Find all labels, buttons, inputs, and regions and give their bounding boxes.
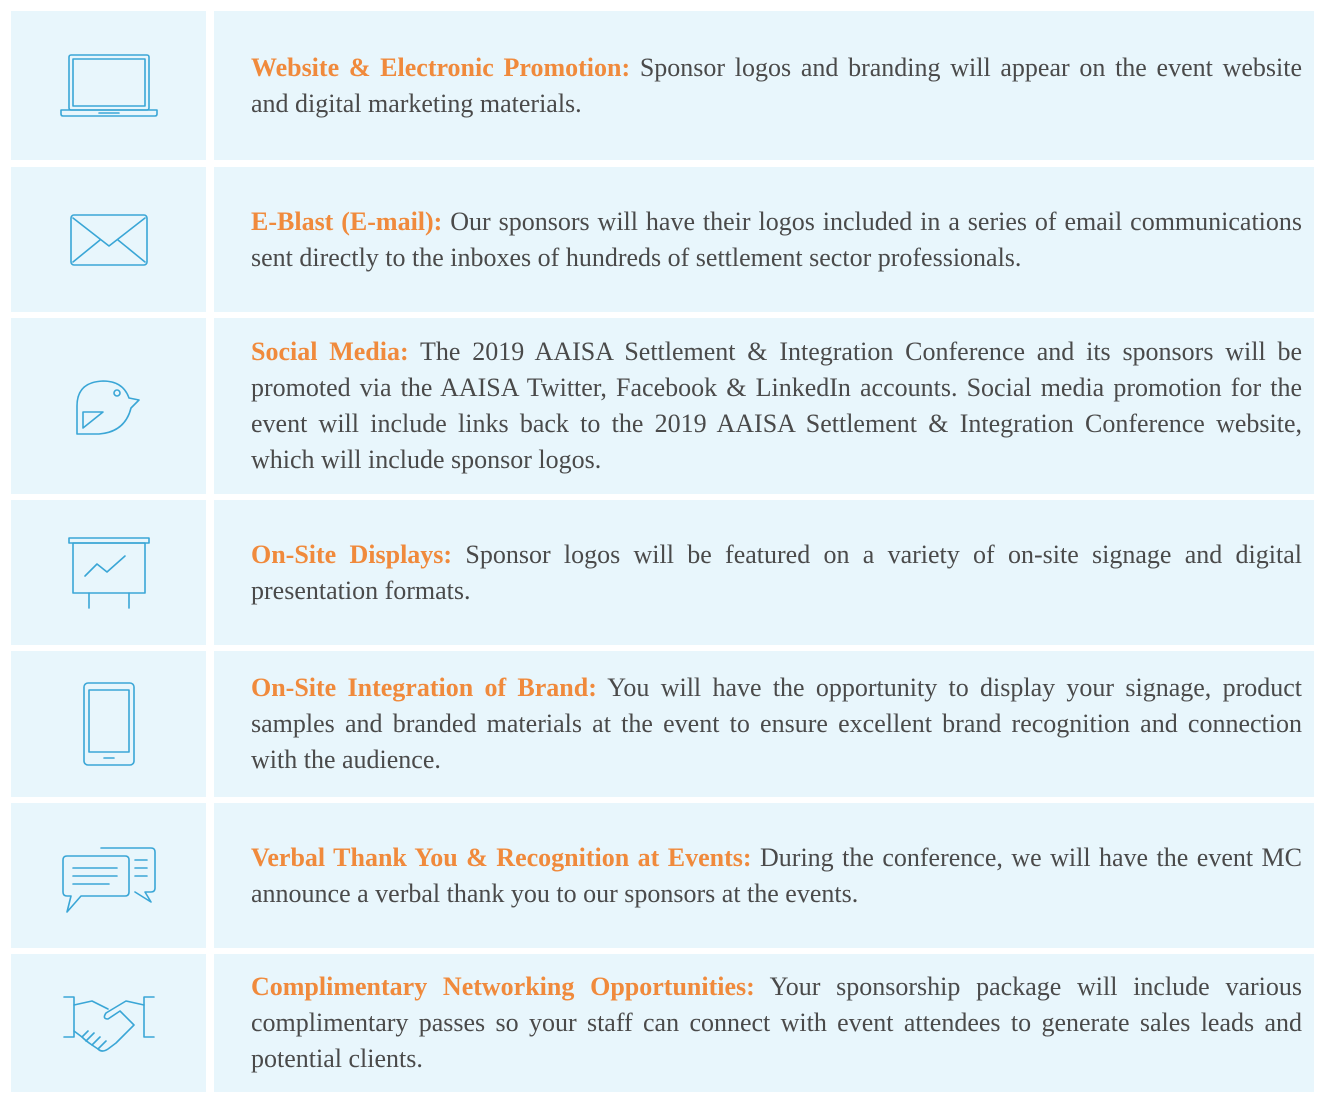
benefit-cell: On-Site Integration of Brand: You will h… — [214, 651, 1314, 797]
benefit-title: Website & Electronic Promotion: — [251, 52, 631, 82]
benefit-description: The 2019 AAISA Settlement & Integration … — [251, 337, 1303, 474]
speech-bubbles-icon — [61, 846, 156, 913]
benefit-cell: Social Media: The 2019 AAISA Settlement … — [214, 318, 1314, 494]
icon-cell — [11, 500, 206, 645]
benefit-title: E-Blast (E-mail): — [251, 206, 443, 236]
benefit-cell: Verbal Thank You & Recognition at Events… — [214, 803, 1314, 948]
benefit-cell: On-Site Displays: Sponsor logos will be … — [214, 500, 1314, 645]
icon-cell — [11, 651, 206, 797]
benefit-cell: Complimentary Networking Opportunities: … — [214, 954, 1314, 1092]
benefit-cell: E-Blast (E-mail): Our sponsors will have… — [214, 167, 1314, 312]
icon-cell — [11, 11, 206, 160]
laptop-icon — [59, 53, 158, 117]
handshake-icon — [62, 996, 155, 1052]
benefit-title: On-Site Integration of Brand: — [251, 673, 597, 702]
benefit-paragraph: Social Media: The 2019 AAISA Settlement … — [251, 334, 1302, 478]
icon-cell — [11, 167, 206, 312]
sponsorship-benefits-table: Website & Electronic Promotion: Sponsor … — [11, 11, 1314, 1092]
benefit-paragraph: Verbal Thank You & Recognition at Events… — [251, 840, 1302, 912]
benefit-title: Complimentary Networking Opportunities: — [251, 972, 755, 1001]
bird-icon — [75, 380, 140, 435]
benefit-title: Verbal Thank You & Recognition at Events… — [251, 842, 752, 872]
presentation-board-icon — [67, 536, 150, 609]
tablet-icon — [82, 682, 135, 766]
icon-cell — [11, 803, 206, 948]
icon-cell — [11, 954, 206, 1092]
benefit-paragraph: Website & Electronic Promotion: Sponsor … — [251, 50, 1302, 122]
benefit-paragraph: Complimentary Networking Opportunities: … — [251, 969, 1302, 1077]
envelope-icon — [69, 213, 148, 266]
benefit-cell: Website & Electronic Promotion: Sponsor … — [214, 11, 1314, 160]
benefit-paragraph: On-Site Integration of Brand: You will h… — [251, 670, 1302, 778]
icon-cell — [11, 318, 206, 494]
benefit-title: Social Media: — [251, 337, 409, 366]
benefit-paragraph: E-Blast (E-mail): Our sponsors will have… — [251, 204, 1302, 276]
benefit-paragraph: On-Site Displays: Sponsor logos will be … — [251, 537, 1302, 609]
benefit-title: On-Site Displays: — [251, 539, 453, 569]
